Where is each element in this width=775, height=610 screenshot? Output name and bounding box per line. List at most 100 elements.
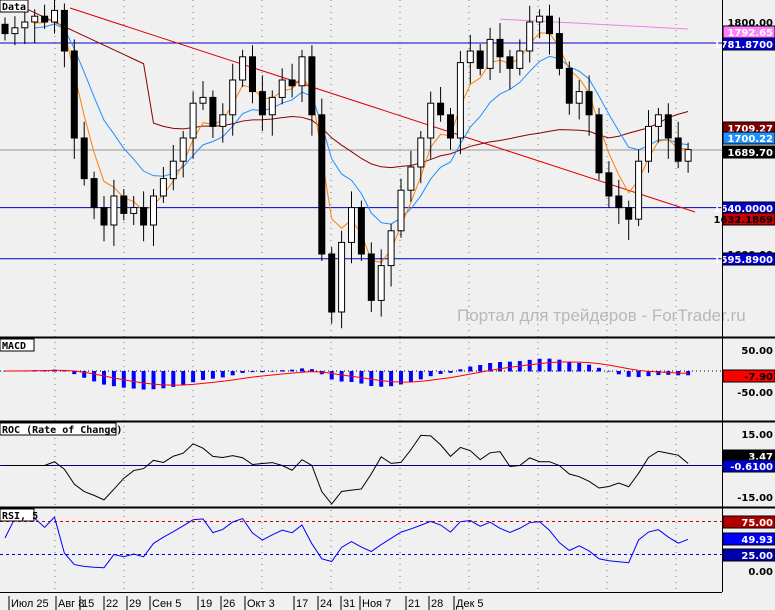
trading-chart[interactable]: Портал для трейдеров - ForTrader.ru 1800… — [0, 0, 775, 610]
macd-histogram-bar — [587, 364, 592, 372]
macd-histogram-bar — [507, 361, 512, 372]
candle-body — [11, 27, 19, 35]
macd-histogram-bar — [250, 371, 255, 373]
candle-body — [258, 91, 266, 116]
roc-tick: 15.00 — [741, 430, 773, 441]
time-tick-label: 15 — [82, 598, 94, 610]
macd-histogram-bar — [498, 362, 502, 372]
candle-body — [654, 114, 662, 127]
candle-body — [397, 189, 405, 232]
rsi-value-label: 49.93 — [741, 535, 773, 546]
candle-body — [288, 79, 296, 87]
chart-canvas[interactable]: Портал для трейдеров - ForTrader.ru 1800… — [0, 0, 775, 610]
rsi-pane-title: RSI, 5 — [2, 511, 38, 522]
macd-histogram-bar — [478, 364, 483, 372]
time-tick-label: 29 — [129, 598, 141, 610]
macd-histogram-bar — [616, 371, 621, 375]
rsi-tick: 0.00 — [748, 567, 773, 578]
candle-body — [526, 21, 534, 52]
candle-body — [447, 114, 454, 139]
candle-body — [239, 56, 247, 81]
candle-body — [496, 38, 504, 58]
macd-histogram-bar — [418, 371, 423, 380]
candle-body — [328, 253, 336, 313]
macd-histogram-bar — [161, 371, 166, 389]
time-tick-label: 28 — [431, 598, 443, 610]
candle-body — [437, 102, 445, 116]
price-label: 1700.22 — [727, 134, 773, 145]
macd-histogram-bar — [260, 371, 265, 373]
candle-body — [159, 178, 167, 197]
candle-body — [605, 172, 613, 197]
main-pane-title: Data — [2, 2, 26, 13]
candle-body — [466, 50, 474, 64]
candle-body — [506, 56, 514, 69]
macd-histogram-bar — [329, 371, 334, 380]
candle-body — [536, 15, 544, 23]
candle-body — [625, 207, 633, 220]
candle-body — [51, 9, 58, 23]
candle-body — [635, 160, 643, 220]
time-tick-label: Дек 5 — [456, 598, 484, 610]
macd-histogram-bar — [597, 367, 601, 372]
candle-body — [31, 15, 39, 23]
macd-histogram-bar — [92, 371, 97, 382]
macd-histogram-bar — [448, 371, 453, 373]
candle-body — [219, 114, 227, 127]
candle-body — [348, 207, 355, 243]
candle-body — [229, 79, 237, 116]
macd-histogram-bar — [290, 369, 295, 372]
candle-body — [615, 195, 623, 209]
candle-body — [486, 38, 494, 69]
watermark: Портал для трейдеров - ForTrader.ru — [457, 306, 746, 325]
time-tick-label: Ноя 7 — [362, 598, 391, 610]
candle-body — [664, 114, 672, 139]
macd-histogram-bar — [567, 361, 572, 372]
macd-histogram-bar — [389, 371, 394, 387]
candle-body — [575, 91, 583, 104]
macd-tick: -50.00 — [737, 388, 773, 399]
time-tick-label: Июл 25 — [11, 598, 49, 610]
time-tick-label: 19 — [200, 598, 212, 610]
ma-mid-line — [6, 0, 689, 169]
candle-body — [150, 195, 157, 226]
candle-body — [417, 137, 425, 168]
macd-pane-title: MACD — [2, 341, 26, 352]
macd-histogram-bar — [240, 371, 245, 373]
candle-body — [189, 102, 197, 139]
candle-body — [80, 137, 88, 180]
time-tick-label: 17 — [296, 598, 308, 610]
roc-level-label: -0.6100 — [730, 462, 773, 473]
macd-histogram-bar — [557, 359, 562, 372]
macd-histogram-bar — [626, 371, 631, 377]
candle-body — [645, 125, 652, 162]
price-label: 1689.70 — [727, 148, 773, 159]
candle-body — [387, 230, 395, 267]
candle-body — [41, 15, 49, 23]
macd-value-label: -7.90 — [744, 372, 773, 383]
macd-histogram-bar — [191, 371, 196, 383]
time-tick-label: 26 — [223, 598, 235, 610]
macd-histogram-bar — [201, 371, 205, 380]
candle-body — [367, 253, 375, 301]
macd-histogram-bar — [141, 371, 146, 390]
time-tick-label: 31 — [343, 598, 355, 610]
candle-body — [110, 195, 118, 226]
candle-body — [565, 67, 573, 104]
candle-body — [268, 96, 276, 116]
candle-body — [169, 160, 177, 180]
roc-line — [5, 434, 689, 505]
macd-histogram-bar — [458, 369, 463, 372]
rsi-level-label: 75.00 — [741, 518, 773, 529]
macd-histogram-bar — [379, 371, 384, 387]
macd-histogram-bar — [468, 366, 473, 372]
candle-body — [278, 79, 286, 98]
candle-body — [684, 149, 692, 162]
price-label: 1792.65 — [727, 28, 773, 39]
candle-body — [555, 33, 563, 69]
macd-histogram-bar — [102, 371, 106, 385]
candle-body — [1, 23, 9, 35]
macd-histogram-bar — [636, 371, 641, 378]
candle-body — [357, 207, 365, 255]
candle-body — [209, 96, 217, 127]
